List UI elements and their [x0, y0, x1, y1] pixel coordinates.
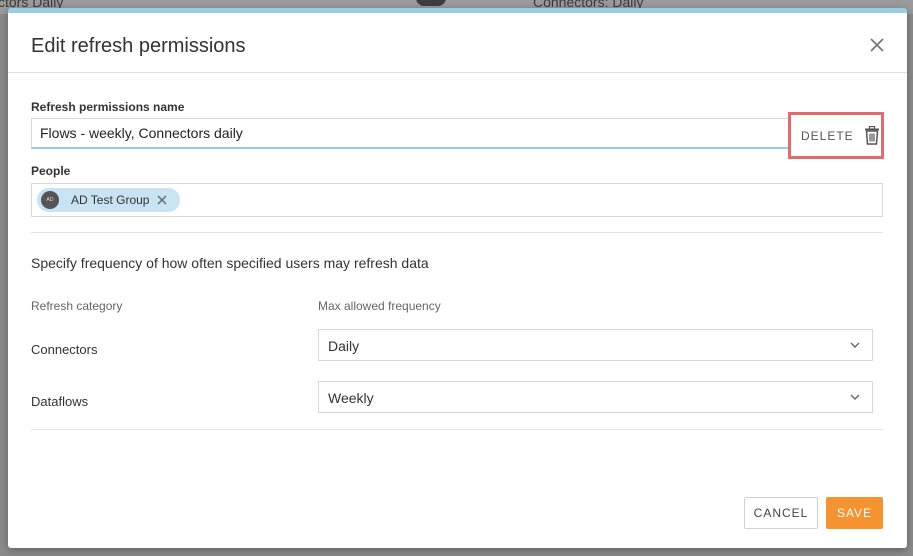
chip-label: AD Test Group: [71, 193, 150, 207]
avatar: AD: [41, 191, 59, 209]
frequency-heading: Specify frequency of how often specified…: [31, 255, 429, 271]
row-label-connectors: Connectors: [31, 342, 98, 357]
people-label: People: [31, 164, 71, 178]
save-button[interactable]: SAVE: [826, 497, 883, 529]
section-divider: [31, 429, 883, 430]
trash-icon: [864, 126, 879, 145]
people-chip: AD AD Test Group: [37, 188, 180, 212]
permissions-name-input[interactable]: [31, 118, 791, 149]
delete-button[interactable]: DELETE: [788, 112, 884, 159]
cancel-button[interactable]: CANCEL: [744, 497, 818, 529]
chevron-down-icon: [850, 394, 860, 400]
name-field-label: Refresh permissions name: [31, 100, 185, 114]
select-value: Daily: [328, 338, 360, 354]
background-avatar: [416, 0, 446, 6]
row-label-dataflows: Dataflows: [31, 394, 89, 409]
dialog-header: Edit refresh permissions: [8, 13, 907, 73]
column-header-max-frequency: Max allowed frequency: [318, 299, 441, 313]
edit-permissions-dialog: Edit refresh permissions Refresh permiss…: [8, 8, 907, 548]
delete-label: DELETE: [801, 128, 854, 143]
connectors-frequency-select[interactable]: Daily: [318, 329, 873, 361]
people-input[interactable]: AD AD Test Group: [31, 183, 883, 217]
chevron-down-icon: [850, 342, 860, 348]
section-divider: [31, 232, 883, 233]
dialog-title: Edit refresh permissions: [31, 35, 246, 57]
close-icon[interactable]: [867, 35, 887, 55]
dataflows-frequency-select[interactable]: Weekly: [318, 381, 873, 413]
select-value: Weekly: [328, 390, 374, 406]
remove-chip-icon[interactable]: [157, 195, 167, 205]
column-header-category: Refresh category: [31, 299, 123, 313]
